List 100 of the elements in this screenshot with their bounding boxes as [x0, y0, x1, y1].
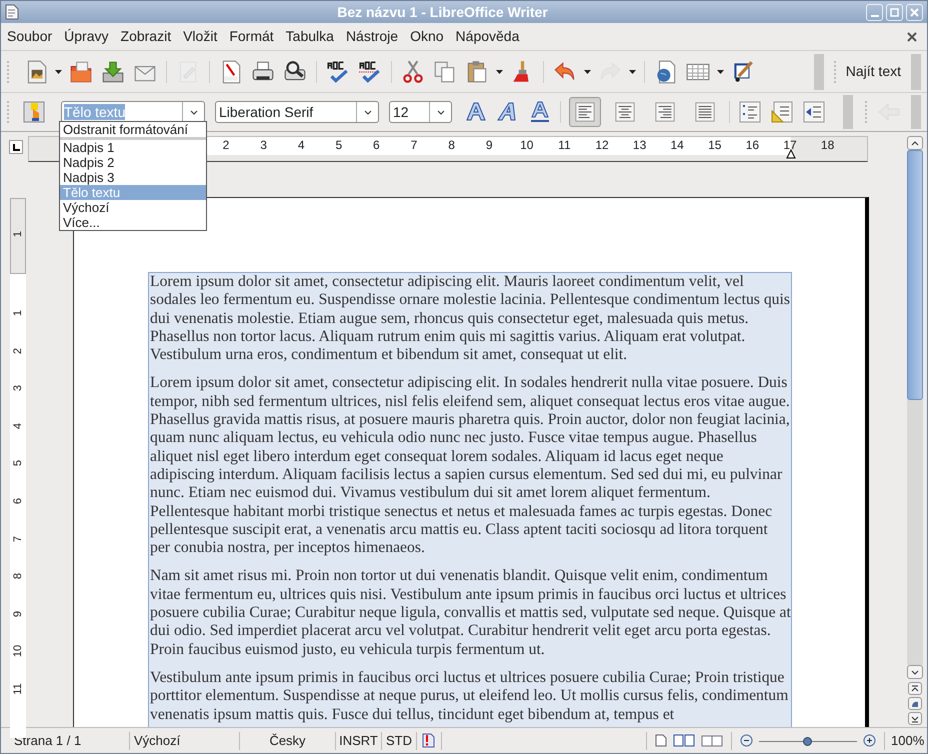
- chevron-down-icon: [190, 110, 198, 114]
- menu-item[interactable]: Vložit: [183, 26, 218, 47]
- ruler-number: 11: [558, 138, 571, 152]
- next-page-button[interactable]: [908, 712, 922, 725]
- two-page-view-icon[interactable]: [673, 734, 695, 747]
- dropdown-arrow-icon: [629, 70, 636, 74]
- style-option[interactable]: Nadpis 1: [60, 140, 206, 155]
- scrollbar-thumb[interactable]: [907, 150, 923, 400]
- style-option[interactable]: Odstranit formátování: [60, 122, 206, 140]
- ruler-number: 18: [820, 138, 834, 152]
- ruler-number: 2: [11, 346, 25, 356]
- dropdown-arrow-icon: [55, 70, 62, 74]
- paragraph: Vestibulum ante ipsum primis in faucibus orci luctus et ultrices posuere cubilia Curae; Proin tristique porttitor elementum. Suspendisse at neque purus, ut eleifend leo. Ut mollis cursus felis, condimentum venenatis ipsum mattis quis. Fusce dui tellus, tincidunt eget bibendum at, tempus et: [150, 668, 790, 724]
- dropdown-arrow-icon: [717, 70, 724, 74]
- ruler-number: 17: [783, 138, 797, 152]
- align-center-icon: [614, 101, 636, 123]
- maximize-icon: [890, 8, 899, 16]
- ruler-number: 7: [410, 138, 418, 152]
- style-option[interactable]: Více...: [60, 215, 206, 230]
- align-left-button[interactable]: [569, 97, 601, 127]
- ruler-number: 8: [448, 138, 455, 152]
- ruler-number: 11: [11, 682, 25, 696]
- double-up-arrow-icon: [911, 684, 919, 692]
- ruler-number: 13: [632, 138, 646, 152]
- dropdown-arrow-icon: [496, 70, 503, 74]
- navigator-button[interactable]: [908, 697, 922, 710]
- folder-icon: [68, 58, 94, 84]
- ruler-number: 7: [11, 534, 25, 544]
- zoom-slider-thumb[interactable]: [802, 736, 812, 746]
- ruler-number: 9: [486, 138, 493, 152]
- ruler-number: 10: [520, 138, 534, 152]
- chevron-down-icon: [911, 670, 919, 674]
- justify-icon: [694, 101, 716, 123]
- menu-item[interactable]: Nápověda: [456, 26, 520, 47]
- chevron-down-icon: [436, 110, 444, 114]
- minimize-icon: [870, 14, 878, 16]
- paragraph: Lorem ipsum dolor sit amet, consectetur adipiscing elit. Mauris laoreet condimentum velit, vel sodales leo fermentum eu. Suspendisse ornare molestie lacinia. Pellentesque condimentum lectus quis dui venenatis molestie. Etiam augue sem, rhoncus quis consectetur eget, malesuada quis metus. Phasellus non tortor lacus. Aliquam rutrum enim quis mi sagittis varius. Aliquam erat volutpat. Vestibulum urna eros, condimentum et bibendum sit amet, consequat ut elit.: [150, 273, 791, 364]
- ruler-number: 1: [11, 308, 25, 318]
- zoom-level[interactable]: 100%: [885, 730, 927, 750]
- align-left-icon: [574, 101, 596, 123]
- tab-stop-icon: [12, 144, 20, 150]
- ruler-number: 6: [373, 138, 380, 152]
- paragraph: Nam sit amet risus mi. Proin non tortor ut dui venenatis blandit. Quisque velit enim, condimentum vitae fermentum eu, ultrices quis nisi. Vestibulum ante ipsum primis in faucibus orci luctus et ultrices posuere cubilia Curae; Curabitur neque ligula, convallis et mattis sed, vulputate sed neque. Quisque at dui odio. Sed imperdiet placerat arcu vel volutpat. Curabitur hendrerit velit eget arcu porta egestas. Proin faucibus euismod justo, eu vehicula turpis fermentum ut.: [150, 567, 791, 659]
- selection-mode[interactable]: STD: [382, 730, 416, 750]
- font-name-field[interactable]: Liberation Serif: [215, 101, 379, 123]
- previous-page-button[interactable]: [908, 682, 922, 695]
- font-size-field[interactable]: 12: [389, 101, 452, 123]
- ruler-number: 8: [11, 572, 25, 582]
- menu-item[interactable]: Úpravy: [64, 26, 109, 47]
- single-page-view-icon[interactable]: [655, 734, 667, 747]
- menu-item[interactable]: Tabulka: [286, 26, 334, 47]
- underlined-letter-icon[interactable]: [528, 100, 552, 124]
- ruler-number: 12: [595, 138, 609, 152]
- language: Česky: [268, 732, 307, 750]
- close-document-icon[interactable]: [907, 32, 917, 42]
- ruler-number: 5: [335, 138, 342, 152]
- style-option[interactable]: Nadpis 3: [60, 170, 206, 185]
- find-text-label[interactable]: Najít text: [846, 61, 901, 82]
- window-title: Bez názvu 1 - LibreOffice Writer: [336, 2, 549, 22]
- paragraph: Lorem ipsum dolor sit amet, consectetur adipiscing elit. In sodales hendrerit nulla vitae posuere. Duis tempor, nibh sed fermentum ultrices, nisl felis eleifend sem, aliquet consequat lectus eros vitae augue. Phasellus gravida mattis risus, at posuere mauris pharetra quis. Proin auctor, dolor non feugiat lacinia, quam nunc aliquam lectus, eu vehicula odio nunc nec justo. Fusce vitae tempus augue. Phasellus aliquet nisl eget libero interdum eget consequat lorem sodales. Aliquam id lacus eget neque adipiscing interdum. Aliquam facilisis lectus a sapien cursus elementum. Sed sed dui mi, eu pulvinar nunc. Etiam nec euismod dui. Vivamus vestibulum dui sit amet lorem aliquet fermentum. Pellentesque habitant morbi tristique senectus et netus et malesuada fames ac turpis egestas. Donec pellentesque suscipit erat, a venenatis arcu mattis eu. Class aptent taciti sociosqu ad litora torquent per conubia nostra, per inceptos himenaeos.: [150, 374, 791, 558]
- ruler-number: 10: [11, 644, 25, 658]
- ruler-number: 2: [222, 138, 230, 152]
- menu-item[interactable]: Okno: [410, 26, 444, 47]
- insert-mode[interactable]: INSRT: [336, 730, 381, 750]
- toolbar-grip[interactable]: [834, 60, 838, 82]
- bulleted-list-ruler-icon[interactable]: [770, 100, 794, 124]
- zoom-in-icon[interactable]: [863, 734, 876, 747]
- style-option[interactable]: Výchozí: [60, 200, 206, 215]
- scroll-down-button[interactable]: [907, 665, 923, 679]
- tab-stop-button[interactable]: [9, 140, 23, 154]
- menu-item[interactable]: Zobrazit: [120, 26, 172, 47]
- document-modified-icon: [421, 733, 435, 748]
- menu-item[interactable]: Soubor: [7, 26, 52, 47]
- ruler-number: 5: [11, 459, 25, 468]
- scroll-up-button[interactable]: [907, 136, 923, 150]
- dropdown-arrow-icon: [584, 70, 591, 74]
- ruler-number: 15: [708, 138, 722, 152]
- ruler-number: 14: [670, 138, 684, 152]
- indent-marker-icon[interactable]: [786, 147, 796, 159]
- close-icon: [910, 8, 919, 16]
- decrease-indent-icon[interactable]: [802, 100, 826, 124]
- zoom-out-icon[interactable]: [740, 734, 753, 747]
- navigator-icon: [911, 700, 919, 708]
- toolbar-grip[interactable]: [865, 101, 869, 123]
- document-icon: [5, 4, 19, 20]
- align-right-icon: [654, 101, 676, 123]
- ruler-number: 3: [260, 138, 267, 152]
- download-tray-icon: [100, 58, 126, 84]
- numbered-list-icon[interactable]: [738, 100, 762, 124]
- menu-item[interactable]: Formát: [229, 26, 274, 47]
- toolbar-grip[interactable]: [7, 60, 11, 82]
- style-option[interactable]: Nadpis 2: [60, 155, 206, 170]
- toolbar-grip[interactable]: [7, 101, 11, 123]
- ruler-number: 4: [11, 422, 25, 431]
- menu-item[interactable]: Nástroje: [346, 26, 398, 47]
- styles-icon[interactable]: [23, 101, 45, 123]
- ruler-number: 16: [746, 138, 760, 152]
- book-view-icon[interactable]: [701, 734, 723, 747]
- ruler-number: 6: [11, 496, 25, 506]
- chevron-down-icon: [364, 110, 372, 114]
